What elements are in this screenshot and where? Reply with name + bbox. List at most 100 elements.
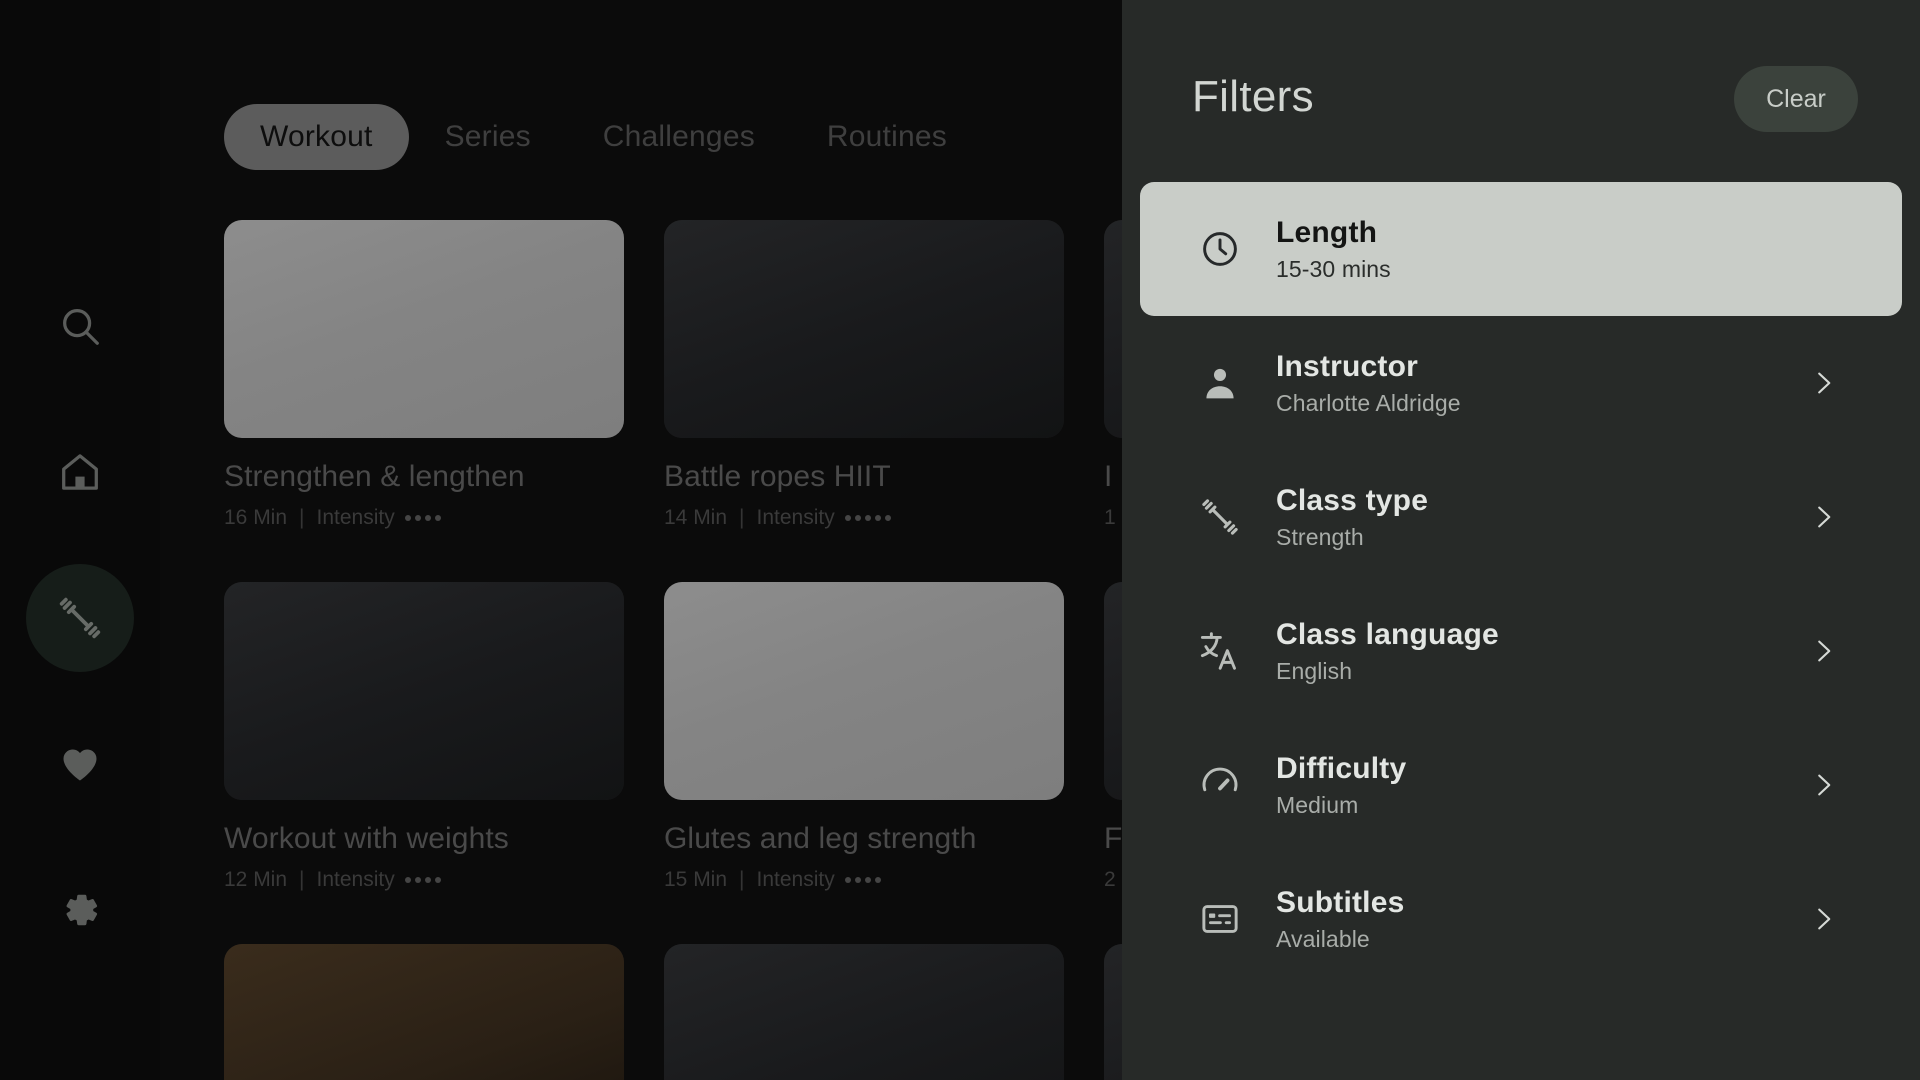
clock-icon — [1192, 227, 1248, 271]
intensity-dots — [404, 515, 441, 521]
filter-value: Available — [1276, 926, 1370, 953]
intensity-dots — [844, 877, 881, 883]
sidebar-nav — [0, 0, 160, 1080]
filter-value: 15-30 mins — [1276, 256, 1391, 283]
workout-meta: 16 Min | Intensity — [224, 506, 624, 530]
chevron-right-icon — [1804, 368, 1838, 398]
filter-row-length[interactable]: Length 15-30 mins — [1140, 182, 1902, 316]
workout-card[interactable]: Strengthen & lengthen 16 Min | Intensity — [224, 220, 624, 530]
thumbnail-image — [664, 944, 1064, 1080]
thumbnail-image — [664, 220, 1064, 438]
tab-challenges[interactable]: Challenges — [567, 104, 791, 170]
workout-card[interactable]: Glutes and leg strength 15 Min | Intensity — [664, 582, 1064, 892]
app-root: Workout Series Challenges Routines Strength… — [0, 0, 1920, 1080]
sidebar-item-search[interactable] — [26, 272, 134, 380]
dumbbell-icon — [1192, 495, 1248, 539]
filter-row-class-language[interactable]: Class language English — [1140, 584, 1902, 718]
gear-icon — [57, 887, 103, 933]
filter-value: Charlotte Aldridge — [1276, 390, 1461, 417]
sidebar-item-home[interactable] — [26, 418, 134, 526]
workout-duration: 15 Min — [664, 868, 728, 891]
thumbnail-image — [224, 220, 624, 438]
workout-duration: 14 Min — [664, 506, 728, 529]
workout-title: Glutes and leg strength — [664, 822, 977, 855]
filter-label: Instructor — [1276, 349, 1419, 383]
workout-thumbnail[interactable] — [664, 582, 1064, 800]
workout-duration: 2 — [1104, 868, 1116, 891]
filter-value: Medium — [1276, 792, 1359, 819]
sidebar-item-settings[interactable] — [26, 856, 134, 964]
chevron-right-icon — [1804, 636, 1838, 666]
filter-label: Class type — [1276, 483, 1429, 517]
filter-label: Difficulty — [1276, 751, 1407, 785]
workout-card[interactable]: Workout with weights 12 Min | Intensity — [224, 582, 624, 892]
workout-duration: 12 Min — [224, 868, 288, 891]
thumbnail-image — [224, 944, 624, 1080]
chevron-right-icon — [1804, 904, 1838, 934]
filter-row-difficulty[interactable]: Difficulty Medium — [1140, 718, 1902, 852]
filter-text: Subtitles Available — [1276, 885, 1804, 953]
sidebar-item-favorites[interactable] — [26, 710, 134, 818]
filter-text: Instructor Charlotte Aldridge — [1276, 349, 1804, 417]
intensity-label: Intensity — [316, 868, 395, 891]
meta-separator: | — [299, 506, 305, 529]
intensity-label: Intensity — [316, 506, 395, 529]
workout-card[interactable] — [224, 944, 624, 1080]
thumbnail-image — [224, 582, 624, 800]
filter-text: Class language English — [1276, 617, 1804, 685]
filter-list: Length 15-30 mins Instructor Charlotte Aldr… — [1122, 182, 1920, 986]
meta-separator: | — [299, 868, 305, 891]
tab-routines[interactable]: Routines — [791, 104, 983, 170]
intensity-label: Intensity — [756, 506, 835, 529]
workout-thumbnail[interactable] — [224, 220, 624, 438]
clear-button[interactable]: Clear — [1734, 66, 1858, 132]
workout-thumbnail[interactable] — [224, 944, 624, 1080]
gauge-icon — [1192, 763, 1248, 807]
filters-panel: Filters Clear Length 15-30 mins Instructor… — [1122, 0, 1920, 1080]
meta-separator: | — [739, 506, 745, 529]
workout-meta: 15 Min | Intensity — [664, 868, 1064, 892]
filter-value: Strength — [1276, 524, 1364, 551]
translate-icon — [1192, 629, 1248, 673]
filter-row-subtitles[interactable]: Subtitles Available — [1140, 852, 1902, 986]
thumbnail-image — [664, 582, 1064, 800]
dumbbell-icon — [55, 593, 105, 643]
workout-duration: 1 — [1104, 506, 1116, 529]
tab-bar: Workout Series Challenges Routines — [224, 104, 983, 170]
workout-duration: 16 Min — [224, 506, 288, 529]
workout-thumbnail[interactable] — [224, 582, 624, 800]
filter-row-instructor[interactable]: Instructor Charlotte Aldridge — [1140, 316, 1902, 450]
heart-icon — [57, 741, 103, 787]
filter-label: Length — [1276, 215, 1378, 249]
sidebar-item-workouts[interactable] — [26, 564, 134, 672]
filters-header: Filters Clear — [1122, 0, 1920, 170]
chevron-right-icon — [1804, 770, 1838, 800]
intensity-label: Intensity — [756, 868, 835, 891]
workout-title: Workout with weights — [224, 822, 509, 855]
filter-row-class-type[interactable]: Class type Strength — [1140, 450, 1902, 584]
chevron-right-icon — [1804, 502, 1838, 532]
filter-text: Length 15-30 mins — [1276, 215, 1804, 283]
home-icon — [57, 449, 103, 495]
workout-meta: 12 Min | Intensity — [224, 868, 624, 892]
filter-text: Class type Strength — [1276, 483, 1804, 551]
filter-label: Subtitles — [1276, 885, 1405, 919]
intensity-dots — [404, 877, 441, 883]
meta-separator: | — [739, 868, 745, 891]
page-title: Filters — [1192, 72, 1314, 121]
workout-thumbnail[interactable] — [664, 944, 1064, 1080]
intensity-dots — [844, 515, 891, 521]
tab-workout[interactable]: Workout — [224, 104, 409, 170]
workout-card[interactable]: Battle ropes HIIT 14 Min | Intensity — [664, 220, 1064, 530]
workout-title: Battle ropes HIIT — [664, 460, 891, 493]
person-icon — [1192, 361, 1248, 405]
tab-series[interactable]: Series — [409, 104, 567, 170]
workout-meta: 14 Min | Intensity — [664, 506, 1064, 530]
filter-value: English — [1276, 658, 1353, 685]
workout-thumbnail[interactable] — [664, 220, 1064, 438]
workout-card[interactable] — [664, 944, 1064, 1080]
filter-text: Difficulty Medium — [1276, 751, 1804, 819]
subtitles-icon — [1192, 897, 1248, 941]
workout-title: Strengthen & lengthen — [224, 460, 525, 493]
filter-label: Class language — [1276, 617, 1499, 651]
